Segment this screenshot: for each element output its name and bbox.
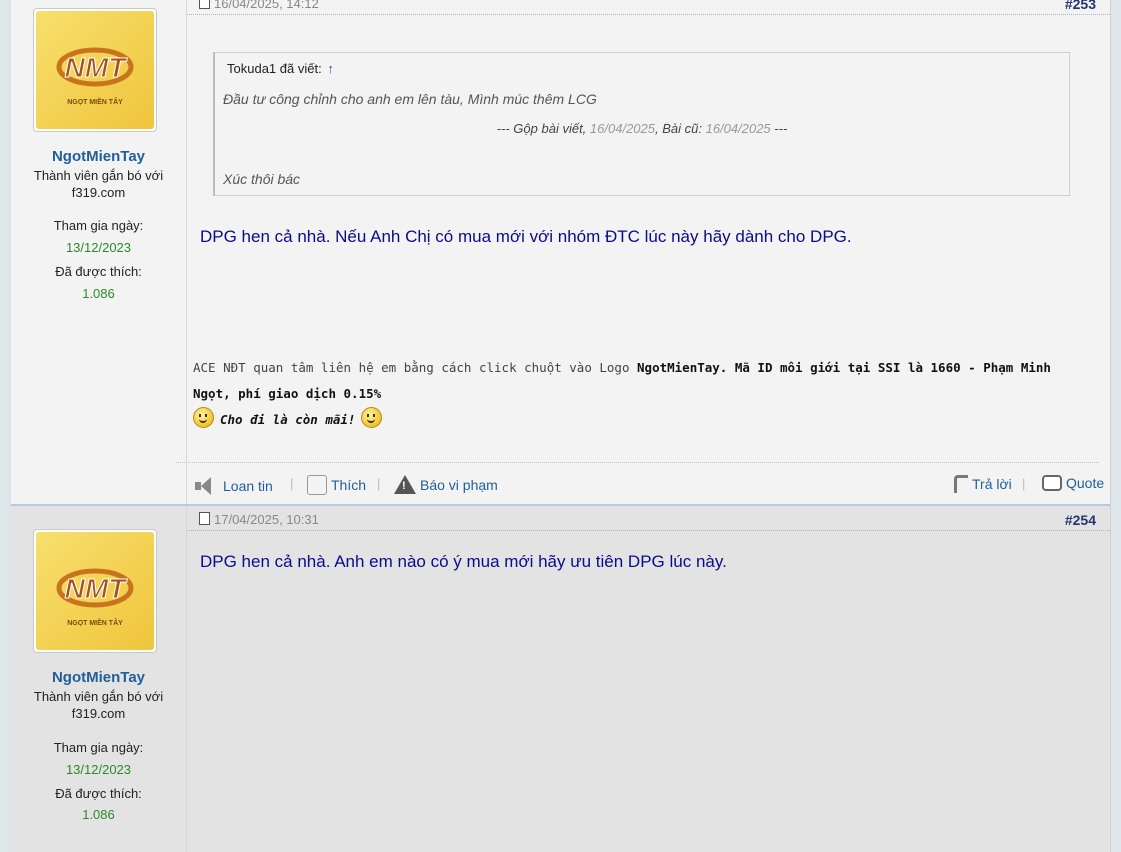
report-button[interactable]: Báo vi phạm	[394, 475, 498, 494]
merged-post-notice: --- Gộp bài viết, 16/04/2025, Bài cũ: 16…	[215, 121, 1069, 136]
action-separator: |	[377, 476, 381, 491]
nmt-logo-icon: NMT NGỌT MIỀN TÂY	[56, 568, 134, 627]
avatar-logo: NMT NGỌT MIỀN TÂY	[36, 532, 154, 650]
post-date-text: 16/04/2025, 14:12	[214, 0, 319, 11]
svg-text:NMT: NMT	[65, 573, 129, 604]
likes-label: Đã được thích:	[55, 264, 142, 279]
quote-block: Tokuda1 đã viết: ↑ Đầu tư công chỉnh cho…	[213, 52, 1070, 196]
quote-text-2: Xúc thôi bác	[223, 171, 301, 187]
merge-prefix: --- Gộp bài viết,	[496, 121, 587, 136]
user-title: Thành viên gắn bó với f319.com	[33, 168, 164, 200]
svg-text:NMT: NMT	[65, 52, 129, 83]
smiley-icon	[193, 407, 214, 428]
post-message: DPG hen cả nhà. Anh em nào có ý mua mới …	[200, 552, 727, 571]
joined-label: Tham gia ngày:	[53, 218, 144, 233]
post-date: 16/04/2025, 14:12	[199, 0, 319, 11]
action-separator: |	[290, 476, 294, 491]
quote-button[interactable]: Quote	[1042, 475, 1104, 491]
reply-button[interactable]: Trả lời	[954, 475, 1012, 493]
quote-label: Quote	[1066, 475, 1105, 491]
post-date: 17/04/2025, 10:31	[199, 512, 319, 527]
quote-header: Tokuda1 đã viết: ↑	[227, 61, 334, 76]
username[interactable]: NgotMienTay	[11, 669, 186, 686]
reply-label: Trả lời	[972, 476, 1012, 492]
username[interactable]: NgotMienTay	[11, 148, 186, 165]
document-icon	[199, 512, 210, 525]
quote-source-arrow-icon[interactable]: ↑	[327, 61, 334, 76]
document-icon	[199, 0, 210, 9]
user-title: Thành viên gắn bó với f319.com	[33, 689, 164, 721]
user-info-column: NMT NGỌT MIỀN TÂY NgotMienTay Thành viên…	[11, 0, 187, 504]
post-meta-bar: 16/04/2025, 14:12 #253	[187, 0, 1110, 15]
nmt-logo-icon: NMT NGỌT MIỀN TÂY	[56, 47, 134, 106]
signature-text: ACE NĐT quan tâm liên hệ em bằng cách cl…	[193, 360, 638, 375]
avatar[interactable]: NMT NGỌT MIỀN TÂY	[33, 529, 157, 653]
megaphone-icon	[193, 475, 219, 497]
likes-count: 1.086	[82, 807, 115, 822]
reply-arrow-icon	[954, 475, 968, 493]
like-label: Thích	[331, 477, 367, 493]
quote-text-1: Đầu tư công chỉnh cho anh em lên tàu, Mì…	[223, 91, 597, 107]
joined-label: Tham gia ngày:	[53, 740, 144, 755]
user-info-column: NMT NGỌT MIỀN TÂY NgotMienTay Thành viên…	[11, 506, 187, 852]
share-button[interactable]: Loan tin	[193, 475, 273, 497]
warning-icon	[394, 475, 416, 494]
post-actions-bar: Loan tin | Thích | Báo vi phạm Trả lời |…	[176, 462, 1104, 505]
likes-count: 1.086	[82, 286, 115, 301]
action-separator: |	[1022, 476, 1026, 491]
svg-text:NGỌT MIỀN TÂY: NGỌT MIỀN TÂY	[67, 96, 123, 106]
speech-bubble-icon	[1042, 475, 1062, 491]
quote-author: Tokuda1 đã viết:	[227, 61, 322, 76]
post-message: DPG hen cả nhà. Nếu Anh Chị có mua mới v…	[200, 227, 852, 246]
avatar[interactable]: NMT NGỌT MIỀN TÂY	[33, 8, 157, 132]
merge-old-label: , Bài cũ:	[655, 121, 702, 136]
smiley-icon	[361, 407, 383, 428]
joined-date: 13/12/2023	[65, 762, 132, 777]
merge-suffix: ---	[774, 121, 788, 136]
merge-date: 16/04/2025	[589, 121, 655, 136]
share-label: Loan tin	[223, 478, 273, 494]
avatar-logo: NMT NGỌT MIỀN TÂY	[36, 11, 154, 129]
merge-old-date: 16/04/2025	[705, 121, 771, 136]
post-meta-bar: 17/04/2025, 10:31 #254	[187, 506, 1110, 531]
signature-motto: Cho đi là còn mãi!	[220, 412, 356, 427]
report-label: Báo vi phạm	[420, 476, 498, 493]
like-button[interactable]: Thích	[307, 475, 366, 495]
post-number-link[interactable]: #254	[1065, 512, 1096, 528]
thumbs-up-icon	[307, 475, 327, 495]
post-date-text: 17/04/2025, 10:31	[214, 512, 319, 527]
svg-text:NGỌT MIỀN TÂY: NGỌT MIỀN TÂY	[67, 617, 123, 627]
signature: ACE NĐT quan tâm liên hệ em bằng cách cl…	[193, 355, 1093, 433]
likes-label: Đã được thích:	[55, 786, 142, 801]
joined-date: 13/12/2023	[65, 240, 132, 255]
page-right-edge	[1110, 0, 1121, 852]
post-number-link[interactable]: #253	[1065, 0, 1096, 12]
